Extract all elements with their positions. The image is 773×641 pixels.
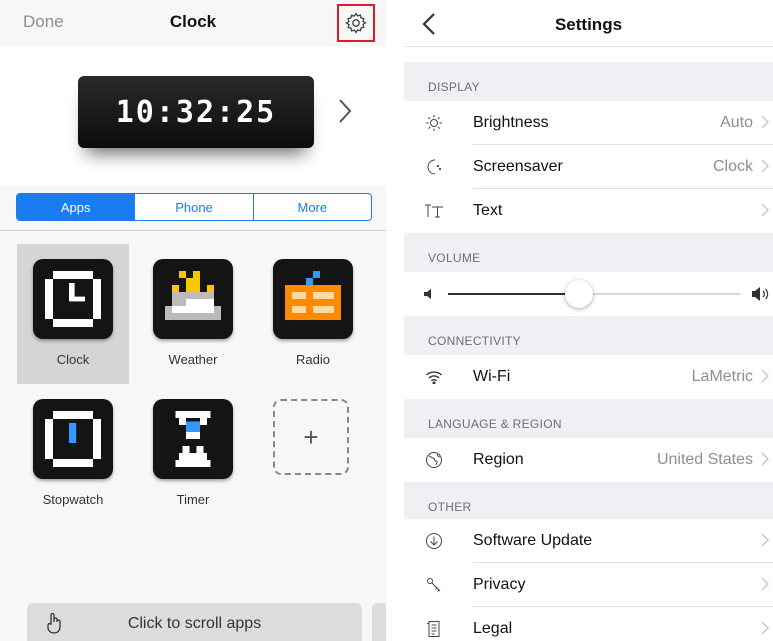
app-radio[interactable]: Radio <box>257 244 369 384</box>
section-header: DISPLAY <box>428 80 480 94</box>
row-value: Auto <box>720 114 753 131</box>
scroll-hint-label: Click to scroll apps <box>127 615 262 632</box>
section-header: VOLUME <box>428 251 481 265</box>
row-label: Text <box>473 202 503 219</box>
page-title: Settings <box>554 15 623 34</box>
row-value: Clock <box>712 158 753 175</box>
section-display: DISPLAY <box>404 62 773 101</box>
row-label: Brightness <box>473 114 549 131</box>
chevron-right-icon <box>761 369 769 383</box>
app-stopwatch[interactable]: Stopwatch <box>17 384 129 524</box>
divider <box>0 230 386 231</box>
row-brightness[interactable]: Brightness Auto <box>404 101 773 145</box>
tab-apps[interactable]: Apps <box>17 194 135 220</box>
lametric-device: 10:32:25 <box>78 76 314 148</box>
row-screensaver[interactable]: Screensaver Clock <box>404 145 773 189</box>
row-label: Region <box>473 451 524 468</box>
stopwatch-app-icon <box>33 399 113 479</box>
row-label: Wi-Fi <box>473 368 511 385</box>
row-region[interactable]: Region United States <box>404 438 773 482</box>
chevron-right-icon <box>761 203 769 217</box>
section-header: CONNECTIVITY <box>428 334 521 348</box>
settings-pane: Settings DISPLAY Brightness Auto Screens… <box>404 0 773 641</box>
key-icon <box>424 575 444 595</box>
row-label: Legal <box>473 620 513 637</box>
row-label: Screensaver <box>473 158 563 175</box>
document-icon <box>424 619 444 639</box>
section-other: OTHER <box>404 482 773 521</box>
chevron-right-icon[interactable] <box>338 98 352 124</box>
weather-app-icon <box>153 259 233 339</box>
section-volume: VOLUME <box>404 233 773 272</box>
clock-nav-bar: Done Clock <box>0 0 386 46</box>
row-wifi[interactable]: Wi-Fi LaMetric <box>404 355 773 399</box>
app-clock[interactable]: Clock <box>17 244 129 384</box>
app-label: Radio <box>296 352 330 367</box>
chevron-right-icon <box>761 533 769 547</box>
app-weather[interactable]: Weather <box>137 244 249 384</box>
device-preview: 10:32:25 <box>0 46 386 186</box>
add-app-button[interactable]: + <box>257 384 369 524</box>
radio-app-icon <box>273 259 353 339</box>
chevron-right-icon <box>761 159 769 173</box>
wifi-icon <box>424 367 444 387</box>
row-software-update[interactable]: Software Update <box>404 519 773 563</box>
slider-fill <box>448 293 580 295</box>
clock-app-icon <box>33 259 113 339</box>
timer-app-icon <box>153 399 233 479</box>
chevron-right-icon <box>761 452 769 466</box>
globe-icon <box>424 450 444 470</box>
chevron-right-icon <box>761 115 769 129</box>
row-label: Privacy <box>473 576 526 593</box>
app-label: Timer <box>176 492 210 507</box>
app-label: Clock <box>56 352 90 367</box>
app-label: Weather <box>168 352 218 367</box>
row-value: United States <box>656 451 753 468</box>
row-privacy[interactable]: Privacy <box>404 563 773 607</box>
app-label: Stopwatch <box>42 492 104 507</box>
section-header: LANGUAGE & REGION <box>428 417 562 431</box>
row-text[interactable]: Text <box>404 189 773 233</box>
row-label: Software Update <box>473 532 593 549</box>
next-scroll-button[interactable] <box>372 603 386 641</box>
settings-button[interactable] <box>337 4 375 42</box>
clock-app-pane: Done Clock 10:32:25 Apps Phone More Cloc… <box>0 0 386 641</box>
section-header: OTHER <box>428 500 472 514</box>
chevron-right-icon <box>761 621 769 635</box>
slider-knob[interactable] <box>565 280 594 308</box>
scroll-apps-button[interactable]: Click to scroll apps <box>27 603 362 641</box>
tab-phone[interactable]: Phone <box>134 194 252 220</box>
section-connectivity: CONNECTIVITY <box>404 316 773 355</box>
brightness-icon <box>424 113 444 133</box>
settings-nav-bar: Settings <box>404 0 773 47</box>
device-time-display: 10:32:25 <box>115 94 277 130</box>
app-timer[interactable]: Timer <box>137 384 249 524</box>
row-value: LaMetric <box>691 368 753 385</box>
page-title: Clock <box>169 12 217 31</box>
volume-high-icon <box>752 287 769 301</box>
row-legal[interactable]: Legal <box>404 607 773 641</box>
section-language-region: LANGUAGE & REGION <box>404 399 773 438</box>
chevron-right-icon <box>761 577 769 591</box>
text-icon <box>424 201 444 221</box>
download-icon <box>424 531 444 551</box>
gear-icon <box>345 12 367 34</box>
moon-icon <box>424 157 444 177</box>
segmented-control: Apps Phone More <box>16 193 372 221</box>
volume-slider[interactable] <box>404 272 773 316</box>
plus-icon: + <box>273 399 349 475</box>
tab-more[interactable]: More <box>252 194 371 220</box>
volume-low-icon <box>424 289 431 299</box>
